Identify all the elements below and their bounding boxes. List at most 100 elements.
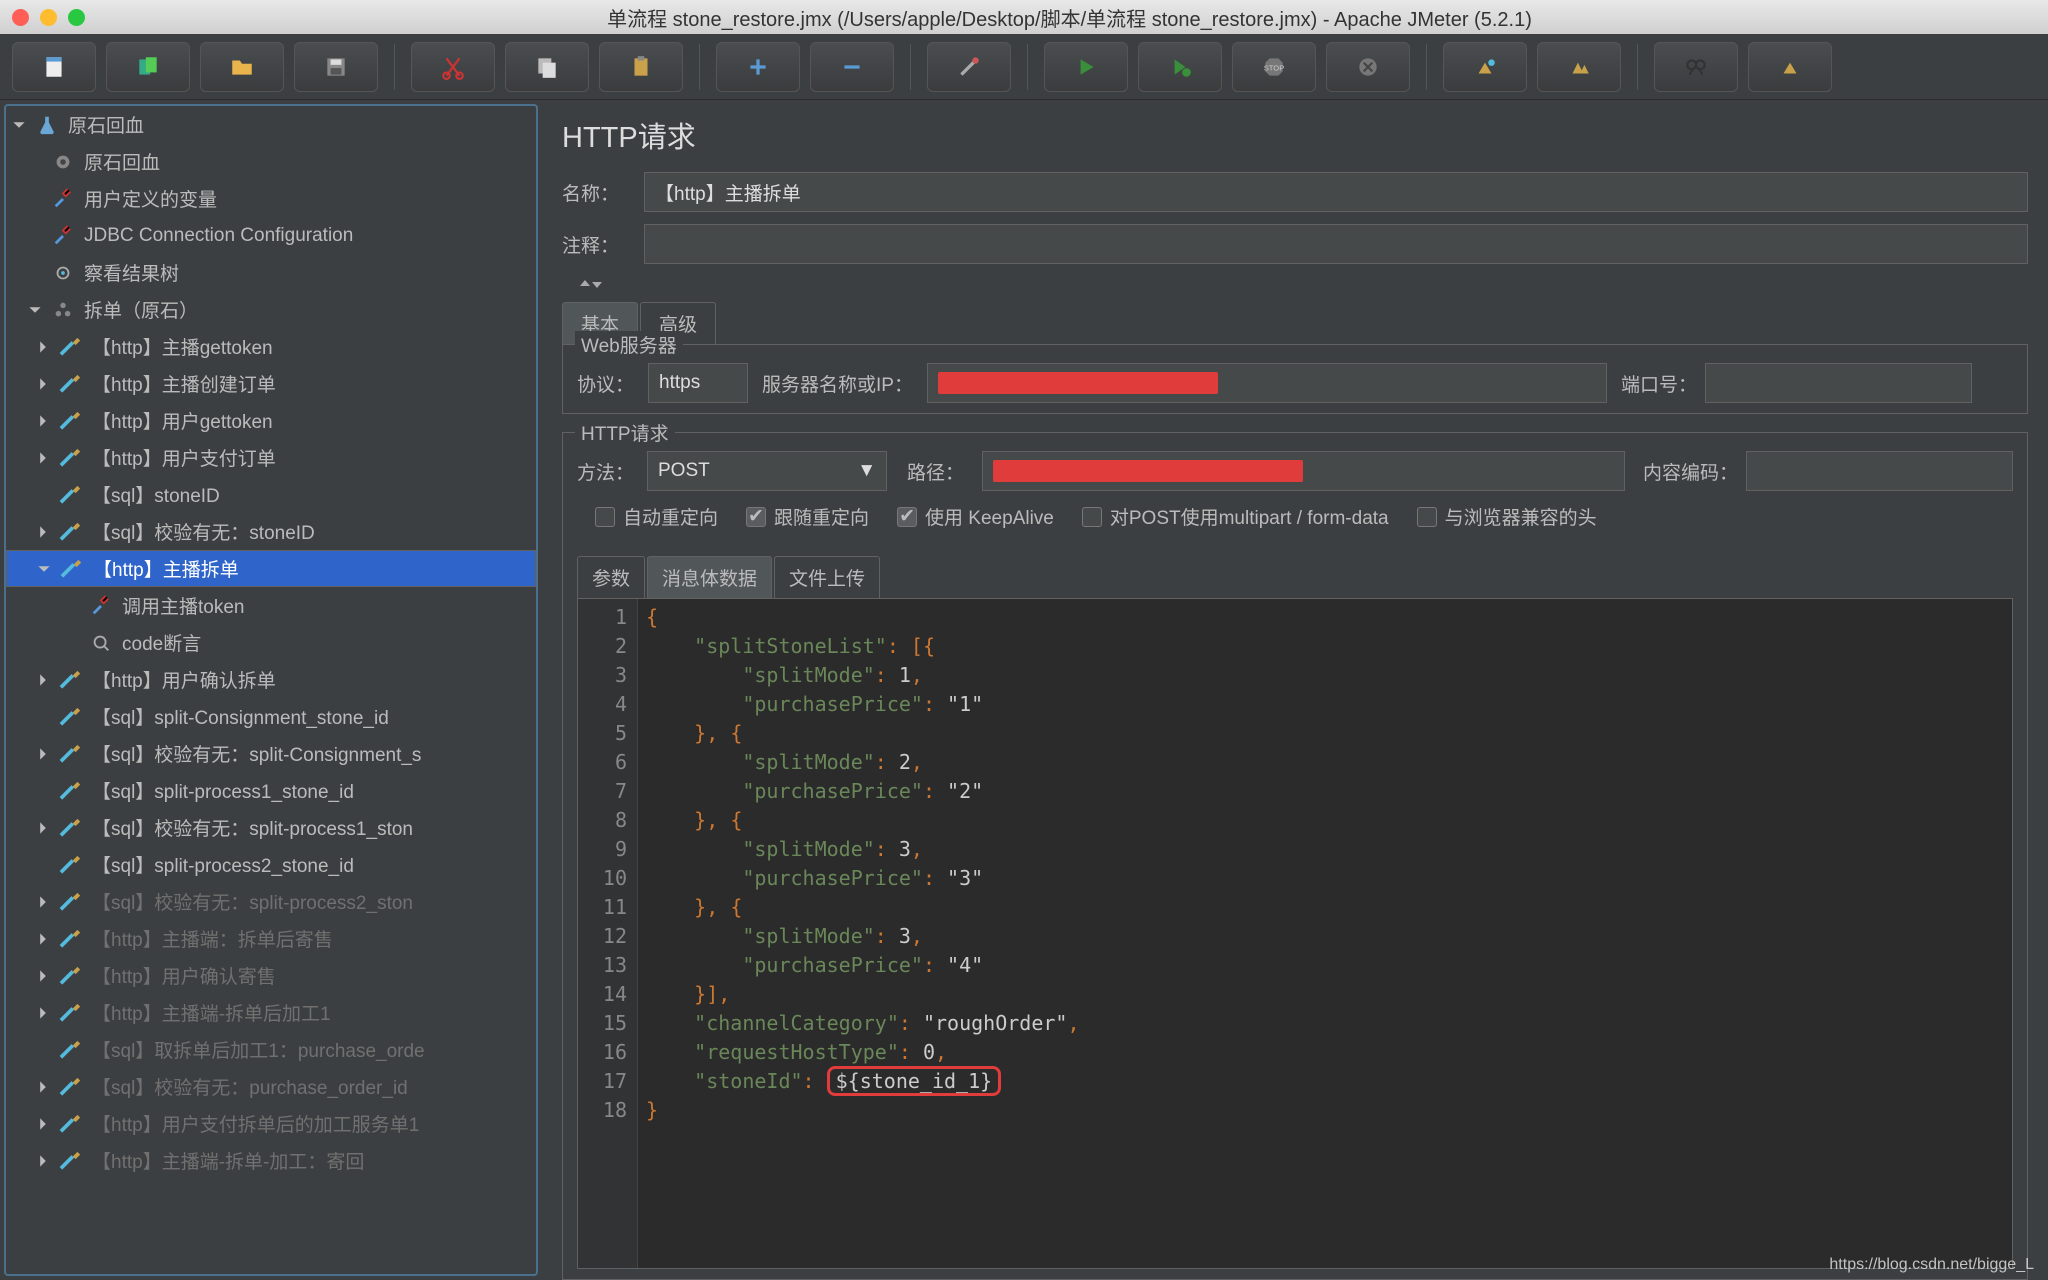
tree-twisty-icon[interactable]: [36, 1078, 54, 1096]
tree-twisty-icon[interactable]: [36, 893, 54, 911]
start-button[interactable]: [1044, 42, 1128, 92]
tree-twisty-icon[interactable]: [36, 486, 54, 504]
tree-twisty-icon[interactable]: [36, 671, 54, 689]
open-button[interactable]: [200, 42, 284, 92]
tree-item[interactable]: 【sql】校验有无：split-process2_ston: [6, 883, 536, 920]
tree-twisty-icon[interactable]: [36, 856, 54, 874]
server-input[interactable]: [927, 363, 1607, 403]
shutdown-button[interactable]: [1326, 42, 1410, 92]
tree-twisty-icon[interactable]: [66, 634, 84, 652]
templates-button[interactable]: [106, 42, 190, 92]
tree-item[interactable]: 【http】用户支付订单: [6, 439, 536, 476]
save-button[interactable]: [294, 42, 378, 92]
tree-item[interactable]: 拆单（原石）: [6, 291, 536, 328]
tree-item[interactable]: 【http】主播端-拆单-加工：寄回: [6, 1142, 536, 1179]
chk-auto-redirect[interactable]: [595, 507, 615, 527]
tree-item[interactable]: 【sql】stoneID: [6, 476, 536, 513]
reset-search-button[interactable]: [1748, 42, 1832, 92]
paste-button[interactable]: [599, 42, 683, 92]
tree-item[interactable]: 调用主播token: [6, 587, 536, 624]
tree-item[interactable]: 【sql】校验有无：split-process1_ston: [6, 809, 536, 846]
tree-item[interactable]: JDBC Connection Configuration: [6, 217, 536, 254]
tree-twisty-icon[interactable]: [36, 412, 54, 430]
tree-item[interactable]: 原石回血: [6, 143, 536, 180]
tree-twisty-icon[interactable]: [36, 745, 54, 763]
comment-input[interactable]: [644, 224, 2028, 264]
tree-twisty-icon[interactable]: [28, 153, 46, 171]
tree-item[interactable]: 【http】主播创建订单: [6, 365, 536, 402]
tree-twisty-icon[interactable]: [36, 338, 54, 356]
port-input[interactable]: [1705, 363, 1972, 403]
remove-button[interactable]: [810, 42, 894, 92]
tree-twisty-icon[interactable]: [36, 1041, 54, 1059]
tree-item[interactable]: 【http】主播拆单: [6, 550, 536, 587]
name-input[interactable]: [644, 172, 2028, 212]
tree-twisty-icon[interactable]: [36, 375, 54, 393]
tree-twisty-icon[interactable]: [36, 782, 54, 800]
chk-browser-headers[interactable]: [1417, 507, 1437, 527]
tree-item[interactable]: 用户定义的变量: [6, 180, 536, 217]
tree-item[interactable]: 【sql】split-Consignment_stone_id: [6, 698, 536, 735]
tree-twisty-icon[interactable]: [36, 708, 54, 726]
close-icon[interactable]: [12, 9, 29, 26]
cut-button[interactable]: [411, 42, 495, 92]
tree-twisty-icon[interactable]: [28, 264, 46, 282]
chk-keepalive[interactable]: ✔: [897, 507, 917, 527]
tree-twisty-icon[interactable]: [36, 930, 54, 948]
tree-twisty-icon[interactable]: [36, 1004, 54, 1022]
subtab-files[interactable]: 文件上传: [774, 556, 880, 598]
tree-twisty-icon[interactable]: [36, 449, 54, 467]
start-no-pause-button[interactable]: [1138, 42, 1222, 92]
tree-item[interactable]: 【http】主播gettoken: [6, 328, 536, 365]
tree-twisty-icon[interactable]: [36, 967, 54, 985]
tree-twisty-icon[interactable]: [66, 597, 84, 615]
tree-twisty-icon[interactable]: [36, 1152, 54, 1170]
toggle-button[interactable]: [927, 42, 1011, 92]
tree-item[interactable]: 【sql】split-process1_stone_id: [6, 772, 536, 809]
tree-twisty-icon[interactable]: [37, 560, 55, 578]
tree-item[interactable]: 察看结果树: [6, 254, 536, 291]
clear-button[interactable]: [1443, 42, 1527, 92]
minimize-icon[interactable]: [40, 9, 57, 26]
tree-twisty-icon[interactable]: [12, 116, 30, 134]
tree-twisty-icon[interactable]: [28, 190, 46, 208]
tree-item[interactable]: 【http】主播端：拆单后寄售: [6, 920, 536, 957]
body-editor[interactable]: 123456789101112131415161718 { "splitSton…: [577, 598, 2013, 1269]
encoding-input[interactable]: [1746, 451, 2013, 491]
tree-item[interactable]: 原石回血: [6, 106, 536, 143]
copy-button[interactable]: [505, 42, 589, 92]
tree-twisty-icon[interactable]: [36, 1115, 54, 1133]
tree-twisty-icon[interactable]: [36, 523, 54, 541]
chk-multipart[interactable]: [1082, 507, 1102, 527]
tree-item[interactable]: 【http】用户确认拆单: [6, 661, 536, 698]
zoom-icon[interactable]: [68, 9, 85, 26]
tree-twisty-icon[interactable]: [28, 301, 46, 319]
test-plan-tree[interactable]: 原石回血原石回血用户定义的变量JDBC Connection Configura…: [4, 104, 538, 1276]
path-input[interactable]: [982, 451, 1625, 491]
search-button[interactable]: [1654, 42, 1738, 92]
protocol-input[interactable]: https: [648, 363, 748, 403]
subtab-body[interactable]: 消息体数据: [647, 556, 772, 598]
clear-all-button[interactable]: [1537, 42, 1621, 92]
new-button[interactable]: [12, 42, 96, 92]
thread-icon: [48, 297, 78, 323]
tree-item[interactable]: 【http】主播端-拆单后加工1: [6, 994, 536, 1031]
code-source[interactable]: { "splitStoneList": [{ "splitMode": 1, "…: [638, 599, 2012, 1268]
method-select[interactable]: POST▼: [647, 451, 887, 491]
tree-item[interactable]: 【http】用户gettoken: [6, 402, 536, 439]
tree-item[interactable]: code断言: [6, 624, 536, 661]
subtab-params[interactable]: 参数: [577, 556, 645, 598]
stop-button[interactable]: STOP: [1232, 42, 1316, 92]
tree-item[interactable]: 【sql】取拆单后加工1：purchase_orde: [6, 1031, 536, 1068]
add-button[interactable]: [716, 42, 800, 92]
chk-follow-redirect[interactable]: ✔: [746, 507, 766, 527]
tree-twisty-icon[interactable]: [28, 227, 46, 245]
tree-item[interactable]: 【sql】校验有无：purchase_order_id: [6, 1068, 536, 1105]
tree-twisty-icon[interactable]: [36, 819, 54, 837]
tree-item[interactable]: 【sql】校验有无：split-Consignment_s: [6, 735, 536, 772]
tree-item[interactable]: 【http】用户支付拆单后的加工服务单1: [6, 1105, 536, 1142]
expand-triangles-icon[interactable]: [572, 276, 2028, 298]
tree-item[interactable]: 【sql】校验有无：stoneID: [6, 513, 536, 550]
tree-item[interactable]: 【sql】split-process2_stone_id: [6, 846, 536, 883]
tree-item[interactable]: 【http】用户确认寄售: [6, 957, 536, 994]
